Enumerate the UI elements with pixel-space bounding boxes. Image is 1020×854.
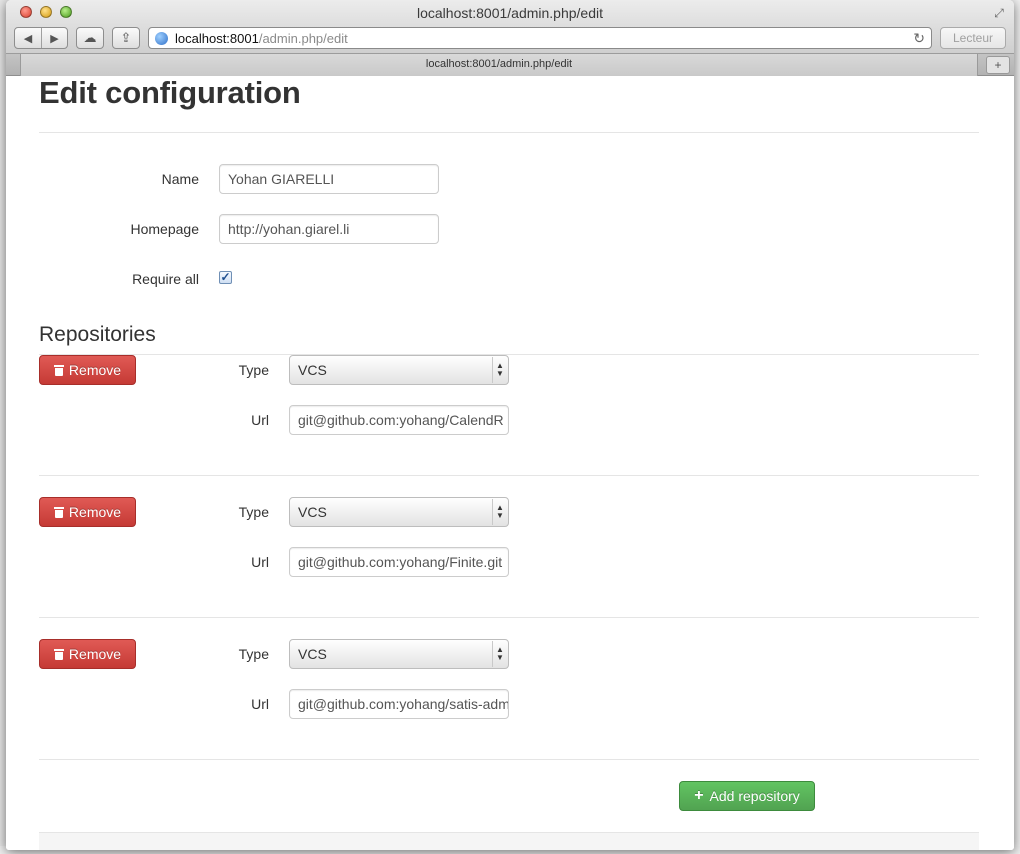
type-label: Type bbox=[238, 646, 269, 662]
url-input[interactable]: git@github.com:yohang/CalendR bbox=[289, 405, 509, 435]
require-all-checkbox[interactable]: ✓ bbox=[219, 271, 232, 284]
type-value: VCS bbox=[298, 646, 327, 662]
title-bar: localhost:8001/admin.php/edit ⤢ ◀ ▶ ☁ ⇪ … bbox=[6, 0, 1014, 54]
divider bbox=[39, 617, 979, 618]
repositories-heading: Repositories bbox=[39, 323, 156, 346]
browser-window: localhost:8001/admin.php/edit ⤢ ◀ ▶ ☁ ⇪ … bbox=[6, 0, 1014, 850]
select-arrows-icon: ▲ ▼ bbox=[492, 641, 507, 667]
address-bar[interactable]: localhost:8001 /admin.php/edit ↻ bbox=[148, 27, 932, 49]
divider bbox=[39, 475, 979, 476]
divider bbox=[39, 759, 979, 760]
add-repository-label: Add repository bbox=[709, 788, 800, 804]
require-all-label: Require all bbox=[132, 271, 199, 287]
trash-icon bbox=[53, 648, 64, 660]
tab-bar: localhost:8001/admin.php/edit + bbox=[6, 54, 1014, 76]
trash-icon bbox=[53, 364, 64, 376]
fullscreen-icon[interactable]: ⤢ bbox=[992, 6, 1006, 20]
type-value: VCS bbox=[298, 362, 327, 378]
url-label: Url bbox=[251, 412, 269, 428]
url-host: localhost:8001 bbox=[175, 30, 259, 46]
divider bbox=[39, 132, 979, 133]
new-tab-icon[interactable]: + bbox=[986, 56, 1010, 74]
tab-active[interactable]: localhost:8001/admin.php/edit bbox=[20, 54, 978, 76]
plus-icon: + bbox=[694, 787, 704, 804]
url-path: /admin.php/edit bbox=[258, 30, 348, 46]
select-arrows-icon: ▲ ▼ bbox=[492, 499, 507, 525]
share-icon[interactable]: ⇪ bbox=[112, 27, 140, 49]
page-content: Edit configuration Name Yohan GIARELLI H… bbox=[6, 75, 1014, 850]
history-nav: ◀ ▶ bbox=[14, 27, 68, 49]
type-label: Type bbox=[238, 504, 269, 520]
type-select[interactable]: VCS ▲ ▼ bbox=[289, 497, 509, 527]
add-repository-button[interactable]: + Add repository bbox=[679, 781, 815, 811]
globe-icon bbox=[155, 31, 168, 45]
type-value: VCS bbox=[298, 504, 327, 520]
forward-arrow-icon[interactable]: ▶ bbox=[41, 28, 67, 48]
type-select[interactable]: VCS ▲ ▼ bbox=[289, 639, 509, 669]
reader-button[interactable]: Lecteur bbox=[940, 27, 1006, 49]
icloud-tabs-icon[interactable]: ☁ bbox=[76, 27, 104, 49]
reload-icon[interactable]: ↻ bbox=[913, 30, 925, 47]
name-label: Name bbox=[161, 171, 199, 187]
homepage-input[interactable]: http://yohan.giarel.li bbox=[219, 214, 439, 244]
name-input[interactable]: Yohan GIARELLI bbox=[219, 164, 439, 194]
trash-icon bbox=[53, 506, 64, 518]
url-label: Url bbox=[251, 554, 269, 570]
form-actions-bar bbox=[39, 832, 979, 850]
homepage-label: Homepage bbox=[130, 221, 200, 237]
back-arrow-icon[interactable]: ◀ bbox=[15, 28, 41, 48]
main-container: Edit configuration Name Yohan GIARELLI H… bbox=[39, 75, 979, 850]
url-input[interactable]: git@github.com:yohang/Finite.git bbox=[289, 547, 509, 577]
type-label: Type bbox=[238, 362, 269, 378]
window-title: localhost:8001/admin.php/edit bbox=[416, 5, 604, 21]
page-title: Edit configuration bbox=[39, 75, 301, 110]
url-label: Url bbox=[251, 696, 269, 712]
select-arrows-icon: ▲ ▼ bbox=[492, 357, 507, 383]
browser-toolbar: ◀ ▶ ☁ ⇪ localhost:8001 /admin.php/edit ↻… bbox=[14, 26, 1006, 50]
divider bbox=[39, 354, 979, 355]
url-input[interactable]: git@github.com:yohang/satis-admin bbox=[289, 689, 509, 719]
type-select[interactable]: VCS ▲ ▼ bbox=[289, 355, 509, 385]
